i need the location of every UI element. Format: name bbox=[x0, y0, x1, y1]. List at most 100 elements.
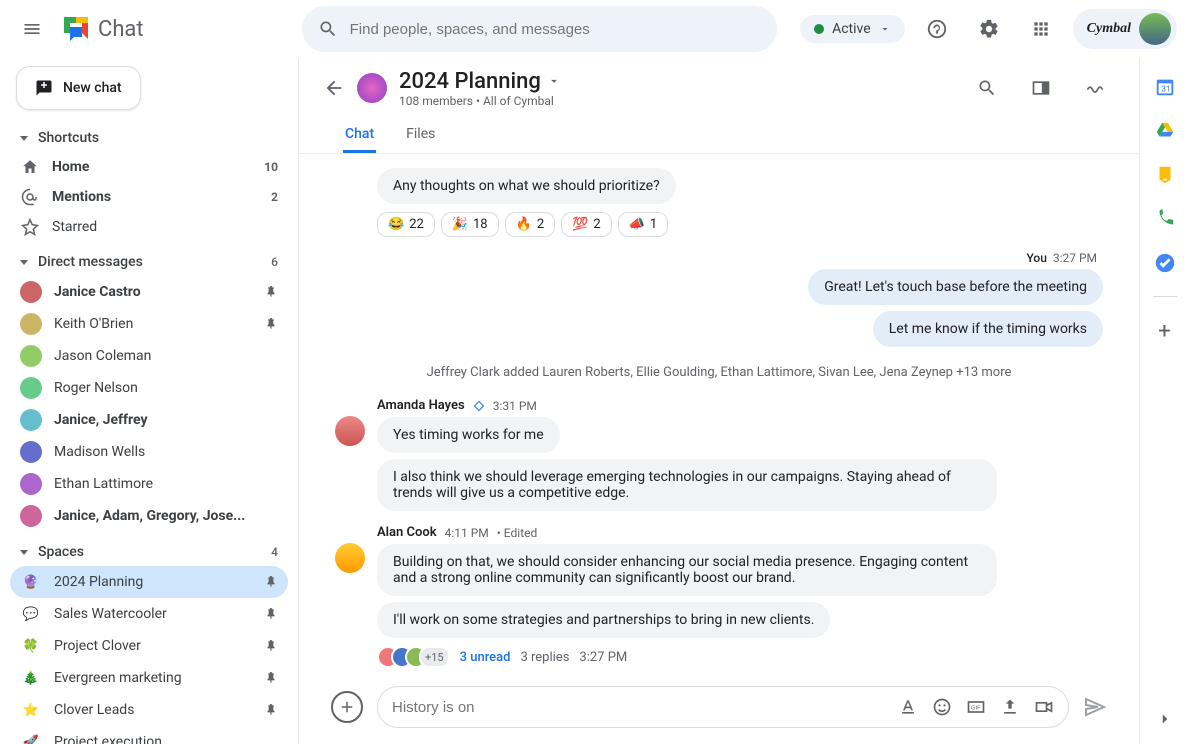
format-button[interactable] bbox=[898, 697, 918, 717]
space-icon: ⭐ bbox=[20, 699, 42, 721]
search-conversation-button[interactable] bbox=[967, 68, 1007, 108]
shortcuts-section-header[interactable]: Shortcuts bbox=[10, 124, 288, 152]
thread-time: 3:27 PM bbox=[579, 650, 627, 665]
app-logo[interactable]: Chat bbox=[60, 13, 144, 45]
dm-name: Janice Castro bbox=[54, 284, 141, 300]
squiggle-icon bbox=[1085, 78, 1105, 98]
hide-panel-button[interactable] bbox=[1156, 710, 1174, 728]
search-bar[interactable] bbox=[302, 6, 777, 52]
edited-label: • Edited bbox=[497, 526, 537, 540]
dm-name: Keith O'Brien bbox=[54, 316, 133, 332]
message-bubble[interactable]: Any thoughts on what we should prioritiz… bbox=[377, 168, 676, 204]
gif-icon: GIF bbox=[966, 697, 986, 717]
reaction-chip[interactable]: 😂22 bbox=[377, 212, 435, 237]
app-name: Chat bbox=[98, 17, 144, 42]
dm-avatar bbox=[20, 377, 42, 399]
nav-starred[interactable]: Starred bbox=[10, 212, 288, 242]
space-subtitle: 108 members • All of Cymbal bbox=[399, 94, 561, 108]
space-item[interactable]: 🎄Evergreen marketing bbox=[10, 662, 288, 694]
voice-addon[interactable] bbox=[1154, 208, 1176, 230]
space-name: Project Clover bbox=[54, 638, 141, 654]
dm-avatar bbox=[20, 281, 42, 303]
status-selector[interactable]: Active bbox=[800, 15, 905, 43]
message-bubble[interactable]: Yes timing works for me bbox=[377, 417, 560, 453]
tasks-addon[interactable] bbox=[1154, 252, 1176, 274]
upload-button[interactable] bbox=[1000, 697, 1020, 717]
reaction-chip[interactable]: 🔥2 bbox=[505, 212, 556, 237]
reply-count: 3 replies bbox=[520, 650, 569, 665]
timestamp: 3:31 PM bbox=[493, 399, 537, 413]
pin-icon bbox=[264, 639, 278, 653]
message-bubble-self[interactable]: Let me know if the timing works bbox=[873, 311, 1103, 347]
space-name: Clover Leads bbox=[54, 702, 134, 718]
star-icon bbox=[20, 217, 40, 237]
space-item[interactable]: 🍀Project Clover bbox=[10, 630, 288, 662]
spaces-section-header[interactable]: Spaces 4 bbox=[10, 538, 288, 566]
dm-item[interactable]: Roger Nelson bbox=[10, 372, 288, 404]
reaction-chip[interactable]: 🎉18 bbox=[441, 212, 499, 237]
dm-section-header[interactable]: Direct messages 6 bbox=[10, 248, 288, 276]
message-bubble[interactable]: I also think we should leverage emerging… bbox=[377, 459, 997, 511]
compose-input[interactable] bbox=[392, 699, 886, 716]
space-name: Sales Watercooler bbox=[54, 606, 167, 622]
dm-item[interactable]: Madison Wells bbox=[10, 436, 288, 468]
huddle-button[interactable] bbox=[1075, 68, 1115, 108]
left-sidebar: New chat Shortcuts Home 10 Mentions 2 St… bbox=[0, 58, 298, 744]
dm-item[interactable]: Keith O'Brien bbox=[10, 308, 288, 340]
dm-avatar bbox=[20, 505, 42, 527]
space-item[interactable]: ⭐ Clover Leads bbox=[10, 694, 288, 726]
nav-mentions[interactable]: Mentions 2 bbox=[10, 182, 288, 212]
back-button[interactable] bbox=[323, 77, 345, 99]
emoji-button[interactable] bbox=[932, 697, 952, 717]
space-avatar bbox=[357, 73, 387, 103]
reaction-chip[interactable]: 💯2 bbox=[561, 212, 612, 237]
settings-button[interactable] bbox=[969, 9, 1009, 49]
tab-chat[interactable]: Chat bbox=[343, 118, 376, 153]
dm-item[interactable]: Ethan Lattimore bbox=[10, 468, 288, 500]
dm-avatar bbox=[20, 313, 42, 335]
compose-box[interactable]: GIF bbox=[377, 686, 1069, 728]
dm-item[interactable]: Jason Coleman bbox=[10, 340, 288, 372]
timestamp: 3:27 PM bbox=[1053, 251, 1097, 265]
space-title[interactable]: 2024 Planning bbox=[399, 69, 561, 94]
video-button[interactable] bbox=[1034, 697, 1054, 717]
help-icon bbox=[926, 18, 948, 40]
tab-files[interactable]: Files bbox=[404, 118, 437, 153]
help-button[interactable] bbox=[917, 9, 957, 49]
space-icon: 💬 bbox=[20, 603, 42, 625]
reaction-count: 18 bbox=[473, 217, 488, 232]
main-menu-button[interactable] bbox=[12, 9, 52, 49]
send-button[interactable] bbox=[1083, 695, 1107, 719]
dm-name: Jason Coleman bbox=[54, 348, 151, 364]
panel-icon bbox=[1031, 78, 1051, 98]
space-item[interactable]: 🚀Project execution bbox=[10, 726, 288, 744]
account-switcher[interactable]: Cymbal bbox=[1073, 9, 1177, 49]
apps-button[interactable] bbox=[1021, 9, 1061, 49]
space-item[interactable]: 🔮2024 Planning bbox=[10, 566, 288, 598]
arrow-left-icon bbox=[323, 77, 345, 99]
nav-home[interactable]: Home 10 bbox=[10, 152, 288, 182]
dm-avatar bbox=[20, 409, 42, 431]
get-addons-button[interactable]: + bbox=[1158, 319, 1170, 344]
dm-item[interactable]: Janice Castro bbox=[10, 276, 288, 308]
space-item[interactable]: 💬 Sales Watercooler bbox=[10, 598, 288, 630]
reaction-chip[interactable]: 📣1 bbox=[618, 212, 669, 237]
message-bubble[interactable]: I'll work on some strategies and partner… bbox=[377, 602, 830, 638]
new-chat-button[interactable]: New chat bbox=[16, 66, 141, 110]
calendar-addon[interactable]: 31 bbox=[1154, 76, 1176, 98]
message-bubble-self[interactable]: Great! Let's touch base before the meeti… bbox=[808, 269, 1103, 305]
dm-item[interactable]: Janice, Jeffrey bbox=[10, 404, 288, 436]
keep-addon[interactable] bbox=[1154, 164, 1176, 186]
drive-addon[interactable] bbox=[1154, 120, 1176, 142]
message-bubble[interactable]: Building on that, we should consider enh… bbox=[377, 544, 997, 596]
plus-icon bbox=[338, 698, 356, 716]
gif-button[interactable]: GIF bbox=[966, 697, 986, 717]
thread-summary[interactable]: +15 3 unread 3 replies 3:27 PM bbox=[377, 646, 1103, 668]
thread-participant-avatars: +15 bbox=[377, 646, 450, 668]
compose-add-button[interactable] bbox=[331, 691, 363, 723]
dm-item[interactable]: Janice, Adam, Gregory, Jose... bbox=[10, 500, 288, 532]
at-icon bbox=[20, 187, 40, 207]
chevron-down-icon bbox=[547, 74, 561, 88]
search-input[interactable] bbox=[350, 21, 761, 38]
toggle-panel-button[interactable] bbox=[1021, 68, 1061, 108]
